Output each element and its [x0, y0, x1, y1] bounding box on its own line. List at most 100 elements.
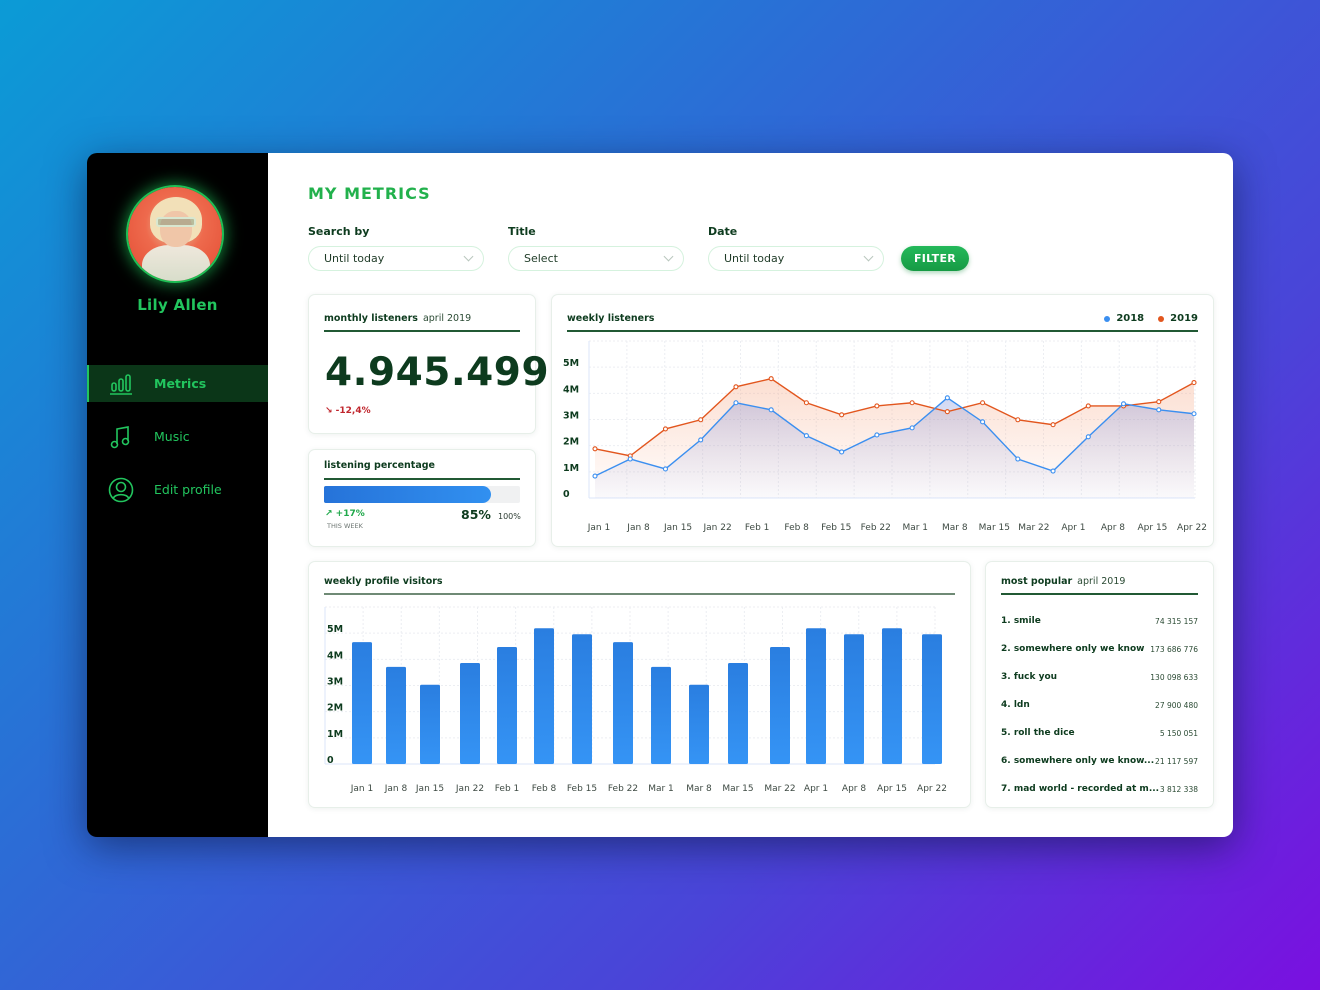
search-by-select[interactable]: Until today — [308, 246, 484, 271]
y-tick-label: 3M — [327, 677, 343, 688]
data-point-2018 — [839, 449, 845, 455]
bar — [534, 628, 554, 764]
list-item[interactable]: 4. ldn 27 900 480 — [1001, 691, 1198, 719]
progress-fill — [324, 486, 491, 503]
data-point-2018 — [803, 433, 809, 439]
sidebar-item-label: Edit profile — [154, 482, 222, 497]
track-title: 3. fuck you — [1001, 672, 1058, 682]
listening-percent-value: 85% — [461, 507, 491, 522]
data-point-2018 — [1156, 407, 1162, 413]
data-point-2019 — [803, 400, 809, 406]
x-tick-label: Mar 1 — [902, 523, 928, 533]
bar — [386, 666, 406, 764]
x-tick-label: Jan 1 — [587, 523, 610, 533]
data-point-2018 — [1050, 468, 1056, 474]
data-point-2019 — [733, 384, 739, 390]
card-header: monthly listeners april 2019 — [324, 313, 520, 332]
bar — [844, 634, 864, 764]
x-tick-label: Feb 22 — [861, 523, 891, 533]
card-title: listening percentage — [324, 460, 436, 471]
select-value: Until today — [724, 252, 785, 265]
card-title: most popular — [1001, 576, 1073, 587]
y-tick-label: 5M — [327, 624, 343, 635]
x-tick-label: Mar 22 — [1018, 523, 1049, 533]
listening-percentage-card: listening percentage ↗ +17% THIS WEEK 85… — [308, 449, 536, 547]
data-point-2019 — [698, 417, 704, 423]
sidebar-item-edit-profile[interactable]: Edit profile — [87, 471, 268, 508]
list-item[interactable]: 7. mad world - recorded at m... 3 812 338 — [1001, 775, 1198, 803]
bar — [420, 684, 440, 764]
sidebar-item-label: Metrics — [154, 376, 207, 391]
list-item[interactable]: 1. smile 74 315 157 — [1001, 607, 1198, 635]
track-title: 4. ldn — [1001, 700, 1030, 710]
date-select[interactable]: Until today — [708, 246, 884, 271]
y-tick-label: 5M — [563, 358, 579, 369]
track-play-count: 5 150 051 — [1159, 728, 1198, 738]
weekly-profile-visitors-chart: 0 1M 2M 3M 4M 5M Jan 1 Jan 8 Jan 15 Jan 22 Feb 1 Fe… — [324, 606, 947, 794]
avatar[interactable] — [128, 187, 222, 281]
data-point-2018 — [627, 456, 633, 462]
track-play-count: 27 900 480 — [1155, 700, 1198, 710]
weekly-listeners-chart: 0 1M 2M 3M 4M 5M Jan 1 Jan 8 Jan 15 Jan 22 Feb 1 Fe… — [563, 340, 1207, 533]
x-tick-label: Feb 1 — [745, 523, 770, 533]
data-point-2019 — [1015, 417, 1021, 423]
data-point-2019 — [662, 426, 669, 432]
bar — [770, 647, 790, 764]
track-title: 2. somewhere only we know — [1001, 644, 1145, 654]
sidebar-item-music[interactable]: Music — [87, 418, 268, 455]
data-point-2019 — [1050, 422, 1056, 428]
bar — [352, 642, 372, 764]
delta-caption: THIS WEEK — [327, 522, 363, 530]
x-tick-label: Feb 8 — [532, 784, 557, 794]
music-note-icon — [108, 424, 134, 450]
listening-progress-bar — [324, 486, 520, 503]
sidebar-nav: Metrics Music Edit profile — [87, 365, 268, 524]
data-point-2019 — [944, 409, 950, 415]
data-point-2019 — [980, 400, 986, 406]
bar — [882, 628, 902, 764]
data-point-2019 — [839, 412, 845, 418]
x-tick-label: Mar 15 — [979, 523, 1010, 533]
y-tick-label: 1M — [563, 463, 579, 474]
filter-label: Date — [708, 225, 738, 238]
data-point-2019 — [874, 403, 880, 409]
filter-title: Title Select — [508, 225, 684, 271]
list-item[interactable]: 5. roll the dice 5 150 051 — [1001, 719, 1198, 747]
data-point-2019 — [592, 446, 598, 452]
list-item[interactable]: 2. somewhere only we know 173 686 776 — [1001, 635, 1198, 663]
data-point-2018 — [768, 407, 774, 413]
sidebar: Lily Allen Metrics Music Edit profile — [87, 153, 268, 837]
listening-delta: ↗ +17% — [325, 509, 365, 519]
avatar-body — [142, 245, 210, 281]
title-select[interactable]: Select — [508, 246, 684, 271]
data-point-2019 — [1156, 399, 1162, 405]
x-tick-label: Jan 1 — [350, 784, 373, 794]
track-play-count: 3 812 338 — [1159, 784, 1198, 794]
x-tick-label: Apr 22 — [917, 784, 947, 794]
data-point-2018 — [1120, 401, 1127, 407]
data-point-2018 — [1191, 411, 1197, 417]
track-title: 6. somewhere only we know... — [1001, 756, 1155, 766]
select-value: Until today — [324, 252, 385, 265]
x-tick-label: Jan 15 — [415, 784, 444, 794]
data-point-2019 — [909, 400, 915, 406]
card-header: most popular april 2019 — [1001, 576, 1198, 595]
list-item[interactable]: 6. somewhere only we know... 21 117 597 — [1001, 747, 1198, 775]
card-title: monthly listeners — [324, 313, 418, 324]
app-window: Lily Allen Metrics Music Edit profile MY… — [87, 153, 1233, 837]
x-tick-label: Apr 8 — [1101, 523, 1125, 533]
x-tick-label: Feb 22 — [608, 784, 638, 794]
x-tick-label: Mar 15 — [722, 784, 753, 794]
track-play-count: 21 117 597 — [1155, 756, 1198, 766]
bar — [651, 666, 671, 764]
x-tick-label: Jan 22 — [455, 784, 484, 794]
card-period: april 2019 — [1077, 576, 1126, 587]
data-point-2018 — [909, 425, 915, 431]
list-item[interactable]: 3. fuck you 130 098 633 — [1001, 663, 1198, 691]
filter-button[interactable]: FILTER — [901, 246, 969, 271]
sidebar-item-metrics[interactable]: Metrics — [87, 365, 268, 402]
data-point-2018 — [662, 466, 669, 472]
x-tick-label: Mar 8 — [686, 784, 712, 794]
track-title: 1. smile — [1001, 616, 1041, 626]
bar — [497, 647, 517, 764]
